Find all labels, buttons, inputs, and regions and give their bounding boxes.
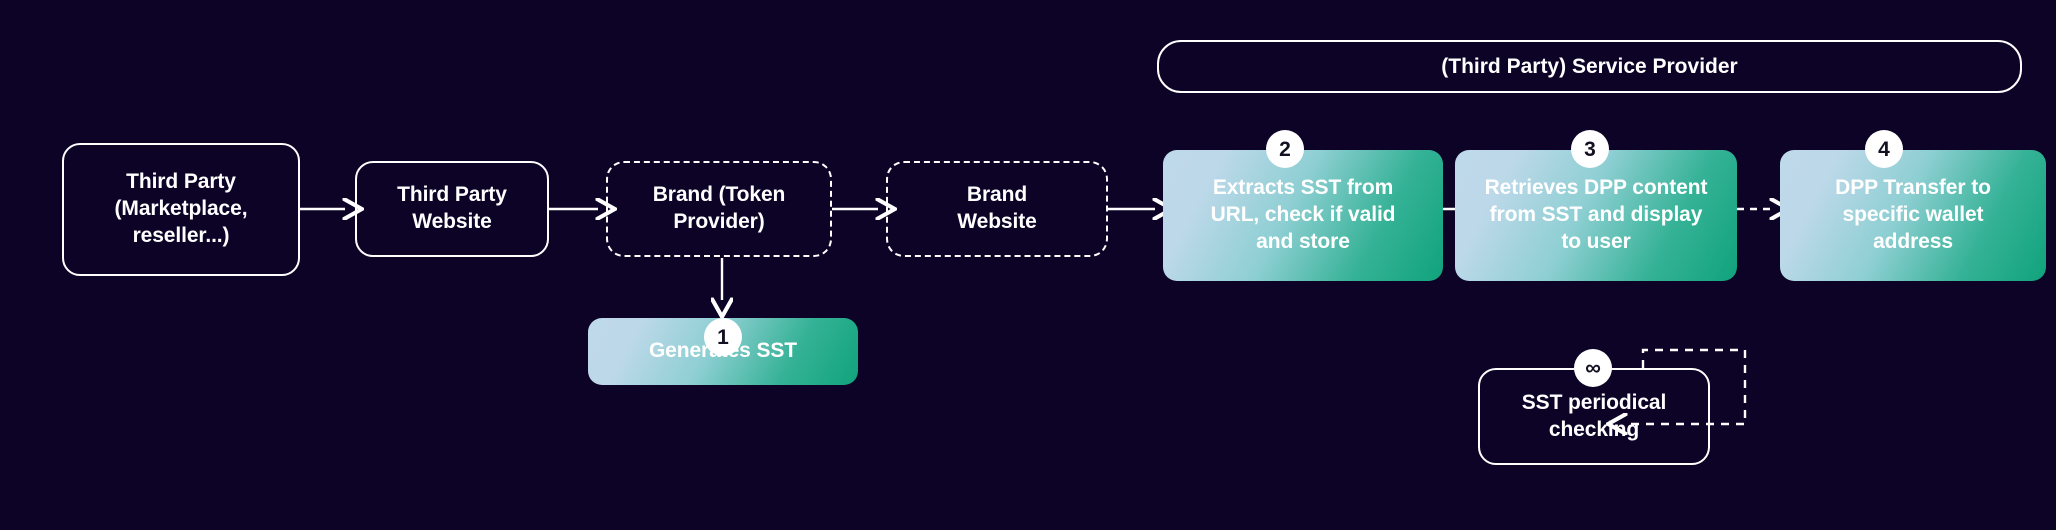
node-dpp-transfer-line1: DPP Transfer to	[1835, 176, 1991, 200]
badge-step-2: 2	[1266, 130, 1304, 168]
node-retrieves-dpp: Retrieves DPP content from SST and displ…	[1455, 150, 1737, 281]
service-provider-banner: (Third Party) Service Provider	[1157, 40, 2022, 93]
node-third-party-website: Third Party Website	[355, 161, 549, 257]
badge-step-3-label: 3	[1584, 137, 1596, 161]
node-third-party: Third Party (Marketplace, reseller...)	[62, 143, 300, 276]
badge-loop-infinity-label: ∞	[1585, 355, 1601, 380]
badge-step-3: 3	[1571, 130, 1609, 168]
node-retrieves-dpp-line2: from SST and display	[1489, 203, 1703, 227]
badge-step-4-label: 4	[1878, 137, 1890, 161]
node-dpp-transfer-line2: specific wallet	[1842, 203, 1984, 227]
badge-step-4: 4	[1865, 130, 1903, 168]
node-brand-token-provider: Brand (Token Provider)	[606, 161, 832, 257]
node-extracts-sst-line1: Extracts SST from	[1212, 176, 1394, 200]
node-brand-website-line1: Brand	[966, 183, 1028, 207]
service-provider-banner-label: (Third Party) Service Provider	[1441, 54, 1738, 78]
node-third-party-line2: (Marketplace,	[114, 197, 248, 221]
node-brand-website: Brand Website	[886, 161, 1108, 257]
node-sst-periodical-line2: checking	[1548, 417, 1640, 441]
node-extracts-sst: Extracts SST from URL, check if valid an…	[1163, 150, 1443, 281]
node-third-party-website-line1: Third Party	[397, 183, 507, 207]
badge-step-1-label: 1	[717, 325, 729, 349]
node-retrieves-dpp-line3: to user	[1561, 229, 1631, 253]
node-brand-token-provider-line2: Provider)	[673, 210, 765, 233]
badge-step-2-label: 2	[1279, 137, 1291, 161]
node-third-party-website-line2: Website	[412, 210, 492, 233]
diagram-canvas: (Third Party) Service Provider Third Par…	[0, 0, 2056, 530]
node-retrieves-dpp-line1: Retrieves DPP content	[1484, 176, 1708, 200]
node-third-party-line3: reseller...)	[132, 223, 230, 247]
node-extracts-sst-line3: and store	[1256, 229, 1350, 253]
node-dpp-transfer: DPP Transfer to specific wallet address	[1780, 150, 2046, 281]
node-brand-website-line2: Website	[957, 210, 1037, 233]
node-brand-token-provider-line1: Brand (Token	[652, 183, 786, 207]
node-dpp-transfer-line3: address	[1873, 229, 1953, 253]
node-sst-periodical-line1: SST periodical	[1521, 390, 1667, 414]
node-extracts-sst-line2: URL, check if valid	[1210, 203, 1396, 227]
badge-loop-infinity: ∞	[1574, 349, 1612, 387]
node-third-party-line1: Third Party	[126, 170, 236, 194]
badge-step-1: 1	[704, 318, 742, 356]
